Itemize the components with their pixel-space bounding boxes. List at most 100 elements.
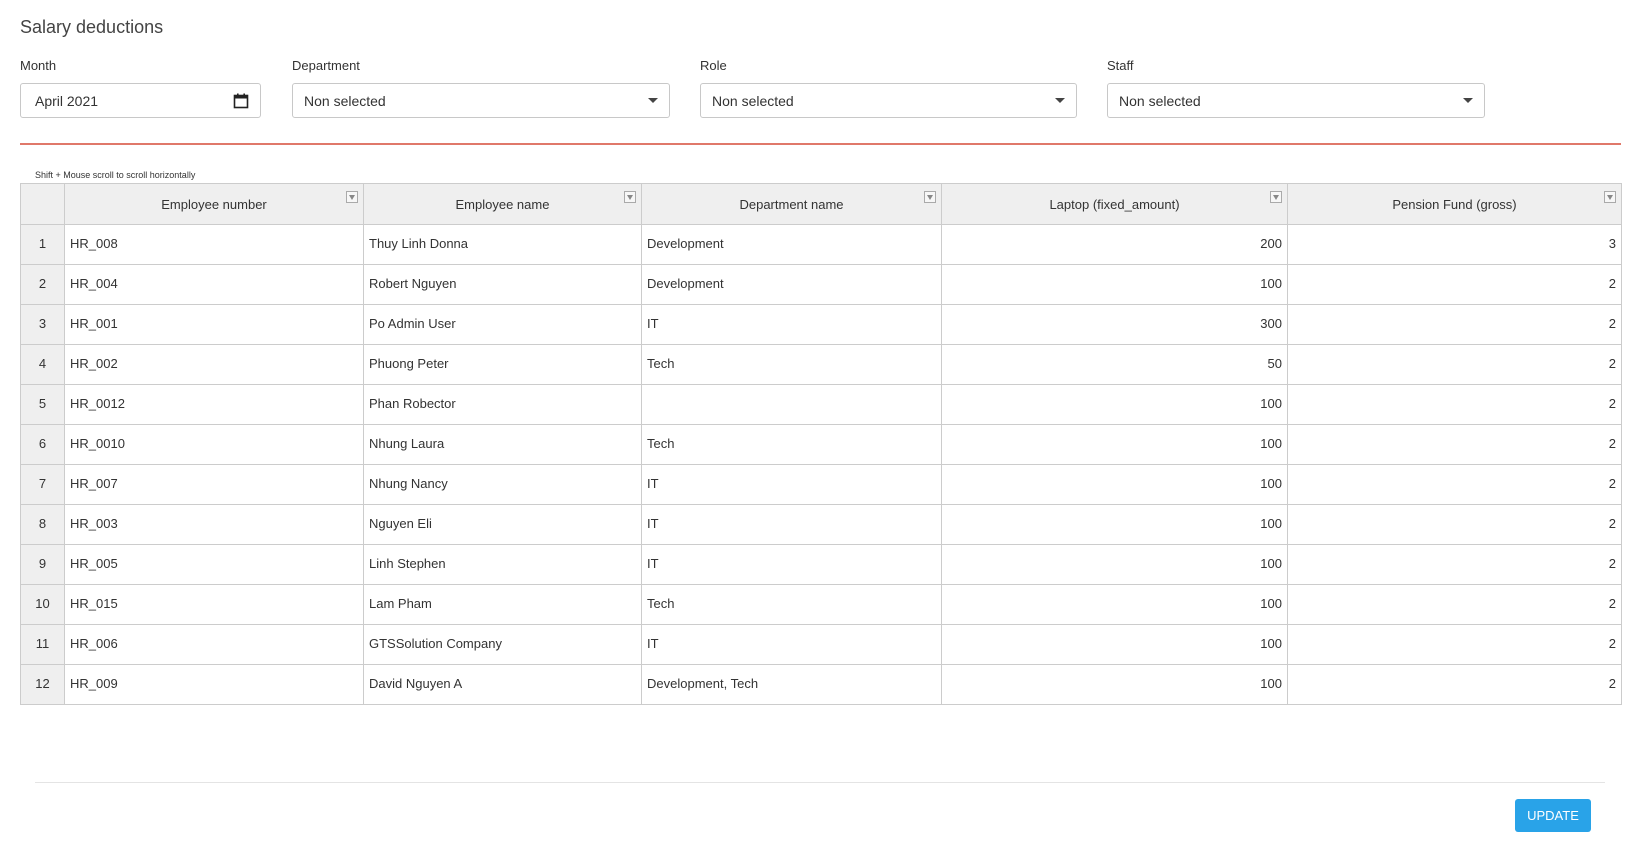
month-input[interactable]: April 2021 [20,83,261,118]
employee-name-cell[interactable]: Lam Pham [363,584,642,625]
row-number: 2 [20,264,65,305]
pension-fund-cell[interactable]: 3 [1287,224,1622,265]
employee-number-cell[interactable]: HR_001 [64,304,364,345]
column-header-employee-number[interactable]: Employee number [64,183,364,225]
employee-name-cell[interactable]: Phan Robector [363,384,642,425]
employee-name-cell[interactable]: Linh Stephen [363,544,642,585]
role-select[interactable]: Non selected [700,83,1077,118]
laptop-cell[interactable]: 100 [941,264,1288,305]
employee-name-cell[interactable]: Thuy Linh Donna [363,224,642,265]
table-row: 3 HR_001 Po Admin User IT 300 2 [20,304,1622,345]
department-name-cell[interactable] [641,384,942,425]
filter-icon[interactable] [1270,191,1282,203]
employee-name-cell[interactable]: David Nguyen A [363,664,642,705]
department-name-cell[interactable]: IT [641,504,942,545]
department-name-cell[interactable]: Development, Tech [641,664,942,705]
row-number: 3 [20,304,65,345]
employee-name-cell[interactable]: Nhung Nancy [363,464,642,505]
row-number: 7 [20,464,65,505]
department-name-cell[interactable]: IT [641,624,942,665]
deductions-table: Employee number Employee name Department… [20,183,1622,705]
table-row: 2 HR_004 Robert Nguyen Development 100 2 [20,264,1622,305]
department-name-cell[interactable]: IT [641,544,942,585]
pension-fund-cell[interactable]: 2 [1287,664,1622,705]
role-value: Non selected [712,92,794,109]
calendar-icon[interactable] [233,93,249,109]
laptop-cell[interactable]: 100 [941,624,1288,665]
pension-fund-cell[interactable]: 2 [1287,584,1622,625]
staff-select[interactable]: Non selected [1107,83,1485,118]
employee-number-cell[interactable]: HR_002 [64,344,364,385]
column-header-label: Department name [739,196,844,212]
laptop-cell[interactable]: 100 [941,384,1288,425]
row-number-header [20,183,65,225]
department-name-cell[interactable]: Tech [641,584,942,625]
employee-name-cell[interactable]: Nhung Laura [363,424,642,465]
column-header-department-name[interactable]: Department name [641,183,942,225]
department-name-cell[interactable]: Development [641,264,942,305]
pension-fund-cell[interactable]: 2 [1287,464,1622,505]
pension-fund-cell[interactable]: 2 [1287,544,1622,585]
row-number: 5 [20,384,65,425]
department-name-cell[interactable]: Tech [641,424,942,465]
pension-fund-cell[interactable]: 2 [1287,424,1622,465]
employee-number-cell[interactable]: HR_0010 [64,424,364,465]
employee-number-cell[interactable]: HR_008 [64,224,364,265]
column-header-label: Employee name [455,196,550,212]
caret-down-icon [648,98,658,103]
department-name-cell[interactable]: Development [641,224,942,265]
employee-number-cell[interactable]: HR_009 [64,664,364,705]
employee-number-cell[interactable]: HR_005 [64,544,364,585]
laptop-cell[interactable]: 200 [941,224,1288,265]
filter-icon[interactable] [924,191,936,203]
laptop-cell[interactable]: 100 [941,504,1288,545]
department-select[interactable]: Non selected [292,83,670,118]
table-row: 11 HR_006 GTSSolution Company IT 100 2 [20,624,1622,665]
department-name-cell[interactable]: Tech [641,344,942,385]
scroll-hint: Shift + Mouse scroll to scroll horizonta… [35,170,196,180]
role-label: Role [700,58,727,73]
row-number: 9 [20,544,65,585]
row-number: 8 [20,504,65,545]
column-header-employee-name[interactable]: Employee name [363,183,642,225]
pension-fund-cell[interactable]: 2 [1287,264,1622,305]
month-value: April 2021 [35,92,99,109]
employee-name-cell[interactable]: Robert Nguyen [363,264,642,305]
pension-fund-cell[interactable]: 2 [1287,304,1622,345]
employee-number-cell[interactable]: HR_003 [64,504,364,545]
laptop-cell[interactable]: 100 [941,424,1288,465]
filter-icon[interactable] [624,191,636,203]
laptop-cell[interactable]: 100 [941,664,1288,705]
role-filter: Role Non selected [700,58,1077,118]
update-button[interactable]: UPDATE [1515,799,1591,832]
pension-fund-cell[interactable]: 2 [1287,384,1622,425]
laptop-cell[interactable]: 300 [941,304,1288,345]
column-header-laptop[interactable]: Laptop (fixed_amount) [941,183,1288,225]
column-header-label: Laptop (fixed_amount) [1049,196,1180,212]
filter-icon[interactable] [346,191,358,203]
pension-fund-cell[interactable]: 2 [1287,624,1622,665]
laptop-cell[interactable]: 100 [941,584,1288,625]
department-name-cell[interactable]: IT [641,304,942,345]
employee-name-cell[interactable]: Phuong Peter [363,344,642,385]
table-row: 7 HR_007 Nhung Nancy IT 100 2 [20,464,1622,505]
employee-name-cell[interactable]: GTSSolution Company [363,624,642,665]
department-name-cell[interactable]: IT [641,464,942,505]
pension-fund-cell[interactable]: 2 [1287,344,1622,385]
column-header-label: Employee number [161,196,267,212]
employee-number-cell[interactable]: HR_006 [64,624,364,665]
employee-number-cell[interactable]: HR_004 [64,264,364,305]
laptop-cell[interactable]: 100 [941,544,1288,585]
row-number: 4 [20,344,65,385]
employee-name-cell[interactable]: Nguyen Eli [363,504,642,545]
staff-filter: Staff Non selected [1107,58,1485,118]
employee-number-cell[interactable]: HR_007 [64,464,364,505]
pension-fund-cell[interactable]: 2 [1287,504,1622,545]
column-header-pension-fund[interactable]: Pension Fund (gross) [1287,183,1622,225]
employee-name-cell[interactable]: Po Admin User [363,304,642,345]
laptop-cell[interactable]: 100 [941,464,1288,505]
filter-icon[interactable] [1604,191,1616,203]
employee-number-cell[interactable]: HR_0012 [64,384,364,425]
laptop-cell[interactable]: 50 [941,344,1288,385]
employee-number-cell[interactable]: HR_015 [64,584,364,625]
